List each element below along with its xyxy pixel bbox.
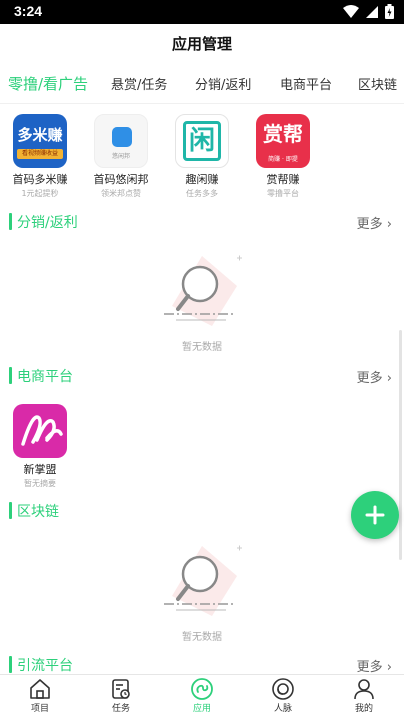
shangbangzhuan-logo: 赏帮 简赚 · 即提 bbox=[256, 114, 310, 168]
main-content: 多米赚 看视频赚收益 首码多米赚 1元起提秒 悠闲邦 首码悠闲邦 领米邦点赞 闲… bbox=[0, 104, 404, 674]
section-title: 区块链 bbox=[17, 504, 59, 520]
section-accent-bar bbox=[9, 367, 12, 384]
nav-label: 应用 bbox=[192, 704, 211, 714]
app-name: 新掌盟 bbox=[23, 463, 57, 476]
section-accent-bar bbox=[9, 656, 12, 673]
more-link-distribution[interactable]: 更多 › bbox=[357, 213, 392, 232]
nav-item-apps[interactable]: 应用 bbox=[172, 677, 232, 714]
app-desc: 暂无摘要 bbox=[24, 479, 56, 488]
section-header-blockchain: 区块链 bbox=[0, 499, 404, 523]
youxianbang-logo: 悠闲邦 bbox=[94, 114, 148, 168]
empty-magnifier-icon bbox=[164, 545, 242, 616]
app-desc: 任务多多 bbox=[186, 189, 218, 198]
status-bar: 3:24 bbox=[0, 0, 404, 24]
status-icons bbox=[343, 4, 394, 19]
add-fab-button[interactable] bbox=[351, 491, 399, 539]
app-tile-shangbangzhuan[interactable]: 赏帮 简赚 · 即提 赏帮赚 零撸平台 bbox=[243, 114, 323, 199]
task-icon bbox=[112, 679, 130, 699]
empty-magnifier-icon bbox=[164, 255, 242, 326]
app-tile-duomizhuan[interactable]: 多米赚 看视频赚收益 首码多米赚 1元起提秒 bbox=[0, 114, 80, 199]
nav-item-profile[interactable]: 我的 bbox=[334, 677, 394, 714]
section-header-distribution: 分销/返利 更多 › bbox=[0, 210, 404, 234]
app-desc: 1元起提秒 bbox=[21, 189, 59, 198]
app-name: 趣闲赚 bbox=[185, 173, 219, 186]
tab-distribution[interactable]: 分销/返利 bbox=[195, 74, 251, 93]
status-time: 3:24 bbox=[14, 3, 43, 19]
section-title: 电商平台 bbox=[17, 369, 73, 385]
home-icon bbox=[30, 679, 50, 699]
nav-label: 我的 bbox=[354, 704, 373, 714]
section-header-ecommerce: 电商平台 更多 › bbox=[0, 364, 404, 388]
tab-ecommerce[interactable]: 电商平台 bbox=[280, 74, 332, 93]
wifi-icon bbox=[343, 4, 359, 18]
empty-state-blockchain: 暂无数据 bbox=[0, 536, 404, 643]
bottom-nav: 项目 任务 应用 人脉 我的 bbox=[0, 674, 404, 718]
scrollbar-thumb[interactable] bbox=[399, 330, 402, 560]
signal-icon bbox=[366, 5, 378, 18]
empty-text: 暂无数据 bbox=[182, 632, 222, 643]
app-name: 首码多米赚 bbox=[12, 173, 68, 186]
app-desc: 领米邦点赞 bbox=[101, 189, 141, 198]
tab-zero-ads[interactable]: 零撸/看广告 bbox=[8, 73, 88, 94]
app-desc: 零撸平台 bbox=[267, 189, 299, 198]
nav-label: 项目 bbox=[30, 704, 49, 714]
page-title: 应用管理 bbox=[171, 35, 232, 53]
section-title: 引流平台 bbox=[17, 658, 73, 674]
app-tile-youxianbang[interactable]: 悠闲邦 首码悠闲邦 领米邦点赞 bbox=[81, 114, 161, 199]
category-tabs: 零撸/看广告 悬赏/任务 分销/返利 电商平台 区块链 bbox=[0, 64, 404, 104]
battery-icon bbox=[385, 4, 394, 19]
nav-item-tasks[interactable]: 任务 bbox=[91, 677, 151, 714]
nav-label: 任务 bbox=[111, 704, 130, 714]
section-accent-bar bbox=[9, 502, 12, 519]
section-accent-bar bbox=[9, 213, 12, 230]
network-icon bbox=[272, 678, 294, 700]
more-link-ecommerce[interactable]: 更多 › bbox=[357, 367, 392, 386]
app-tile-quxianzhuan[interactable]: 闲 趣闲赚 任务多多 bbox=[162, 114, 242, 199]
app-tile-xinzhangmeng[interactable]: 新掌盟 暂无摘要 bbox=[0, 404, 80, 489]
app-header: 应用管理 bbox=[0, 24, 404, 64]
plus-icon bbox=[365, 505, 385, 525]
app-name: 首码悠闲邦 bbox=[93, 173, 149, 186]
empty-state-distribution: 暂无数据 bbox=[0, 246, 404, 353]
apps-icon bbox=[191, 678, 213, 700]
nav-label: 人脉 bbox=[273, 704, 292, 714]
profile-icon bbox=[354, 679, 374, 700]
more-link-traffic[interactable]: 更多 › bbox=[357, 656, 392, 674]
empty-text: 暂无数据 bbox=[182, 342, 222, 353]
duomizhuan-logo: 多米赚 看视频赚收益 bbox=[13, 114, 67, 168]
tab-blockchain[interactable]: 区块链 bbox=[358, 74, 397, 93]
nav-item-network[interactable]: 人脉 bbox=[253, 677, 313, 714]
tab-bounty-tasks[interactable]: 悬赏/任务 bbox=[111, 74, 167, 93]
xinzhangmeng-logo bbox=[13, 404, 67, 458]
app-name: 赏帮赚 bbox=[266, 173, 300, 186]
quxianzhuan-logo: 闲 bbox=[175, 114, 229, 168]
section-title: 分销/返利 bbox=[17, 215, 78, 231]
section-header-traffic: 引流平台 更多 › bbox=[0, 653, 404, 674]
xinzhangmeng-mark bbox=[21, 415, 63, 446]
nav-item-projects[interactable]: 项目 bbox=[10, 677, 70, 714]
